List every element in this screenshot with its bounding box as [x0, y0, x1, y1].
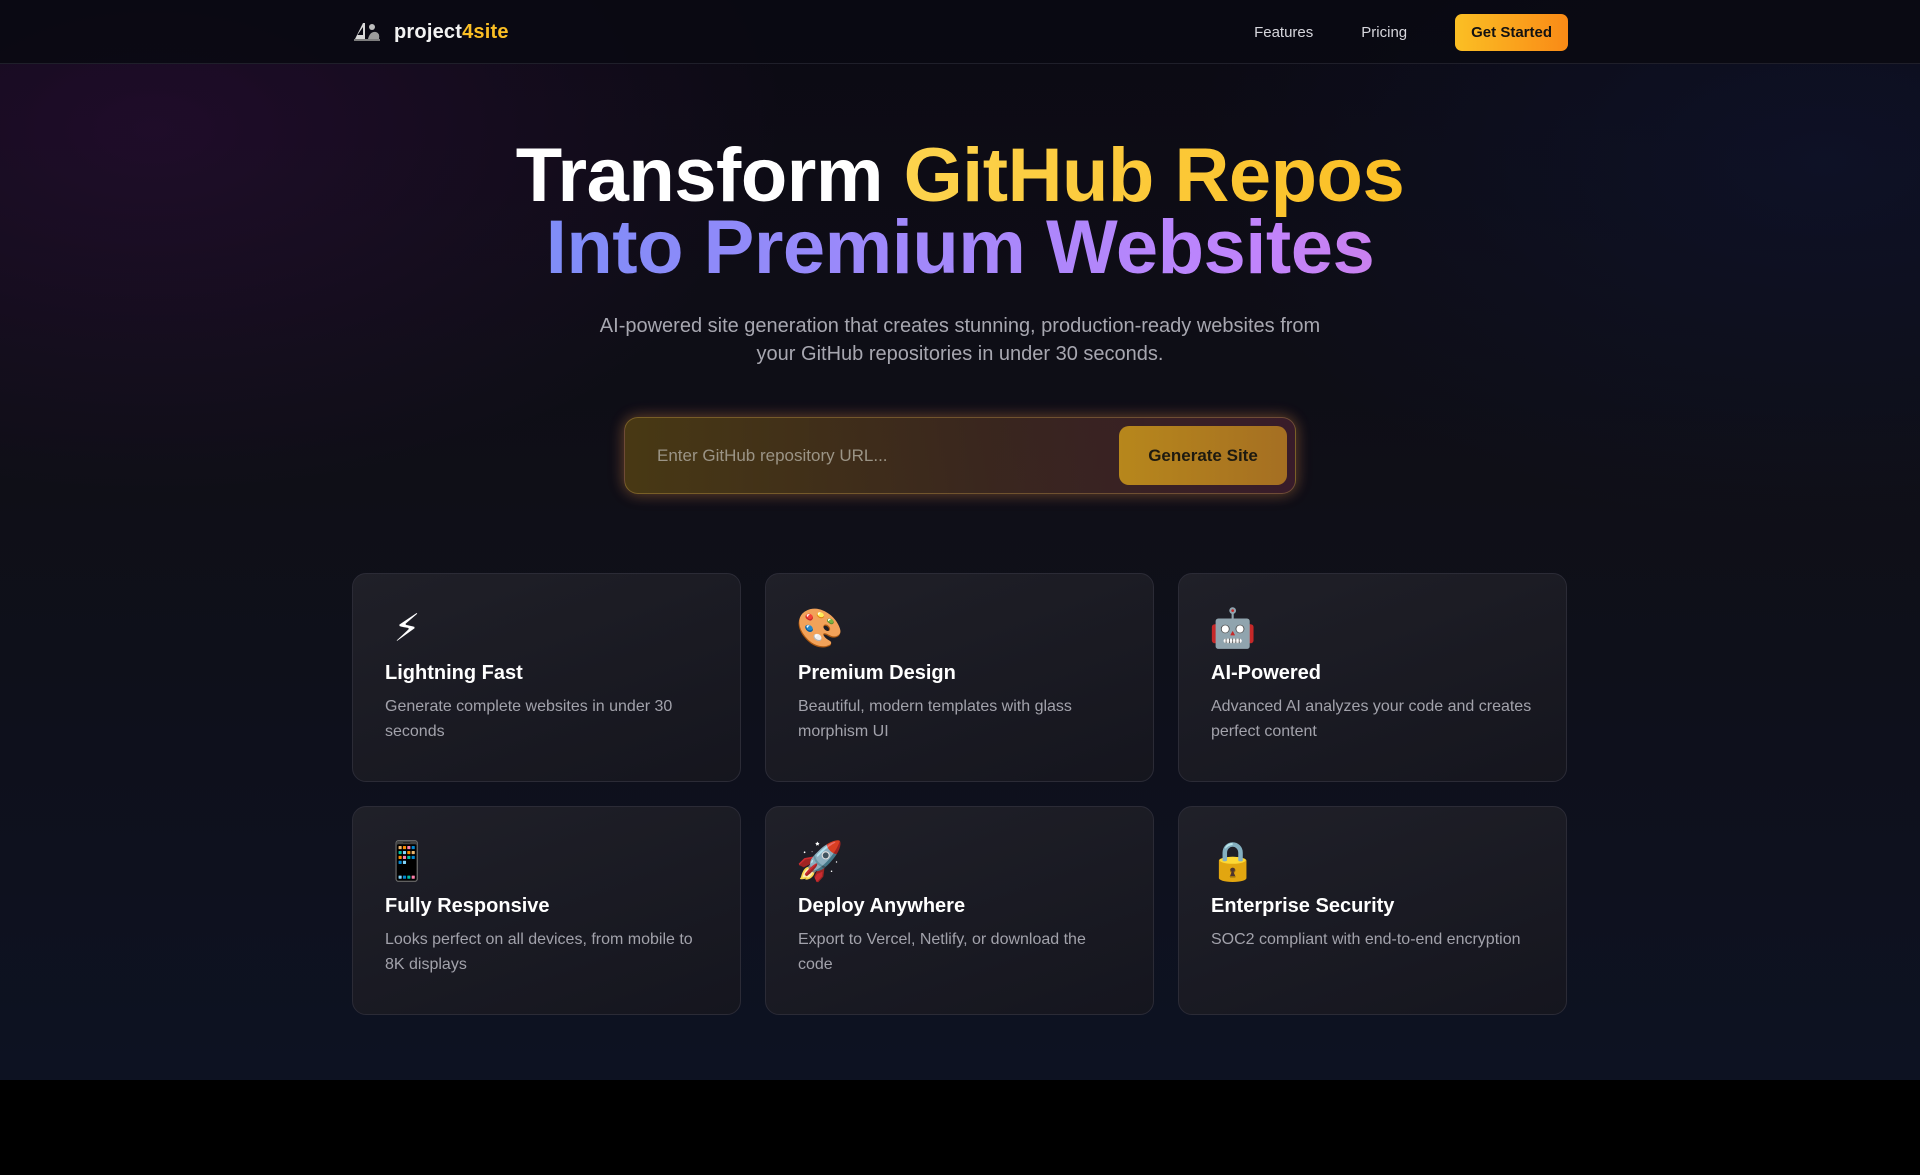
feature-description: Advanced AI analyzes your code and creat…: [1211, 698, 1532, 740]
feature-description: Beautiful, modern templates with glass m…: [798, 698, 1072, 740]
hero-title-line-2: Into Premium Websites: [0, 210, 1920, 286]
hero-section: Transform GitHub Repos Into Premium Webs…: [0, 138, 1920, 368]
brand-name-part2: 4site: [462, 20, 509, 43]
feature-card-deploy-anywhere: 🚀 Deploy Anywhere Export to Vercel, Netl…: [765, 806, 1154, 1015]
brand[interactable]: project4site: [352, 19, 509, 45]
feature-card-lightning-fast: ⚡ Lightning Fast Generate complete websi…: [352, 573, 741, 782]
get-started-button[interactable]: Get Started: [1455, 13, 1568, 51]
generate-site-button[interactable]: Generate Site: [1119, 426, 1287, 485]
feature-title: Fully Responsive: [385, 895, 550, 917]
lock-icon: 🔒: [1209, 839, 1257, 883]
feature-card-fully-responsive: 📱 Fully Responsive Looks perfect on all …: [352, 806, 741, 1015]
lightning-icon: ⚡: [393, 606, 421, 650]
top-navbar: project4site Features Pricing Get Starte…: [0, 0, 1920, 64]
landing-page: project4site Features Pricing Get Starte…: [0, 0, 1920, 1080]
brand-name: project4site: [394, 21, 509, 44]
feature-description: Generate complete websites in under 30 s…: [385, 698, 673, 740]
palette-icon: 🎨: [796, 606, 844, 650]
repo-url-input[interactable]: [657, 418, 1077, 493]
feature-description: Export to Vercel, Netlify, or download t…: [798, 931, 1086, 973]
feature-description: Looks perfect on all devices, from mobil…: [385, 931, 693, 973]
features-grid: ⚡ Lightning Fast Generate complete websi…: [352, 573, 1568, 1015]
feature-title: Premium Design: [798, 662, 956, 684]
rocket-icon: 🚀: [796, 839, 844, 883]
feature-title: AI-Powered: [1211, 662, 1322, 684]
feature-card-premium-design: 🎨 Premium Design Beautiful, modern templ…: [765, 573, 1154, 782]
feature-title: Lightning Fast: [385, 662, 523, 684]
robot-icon: 🤖: [1209, 606, 1257, 650]
feature-card-enterprise-security: 🔒 Enterprise Security SOC2 compliant wit…: [1178, 806, 1567, 1015]
nav-link-pricing[interactable]: Pricing: [1361, 24, 1407, 41]
hero-title: Transform GitHub Repos Into Premium Webs…: [0, 138, 1920, 286]
nav-link-features[interactable]: Features: [1254, 24, 1313, 41]
hero-title-line-1: Transform GitHub Repos: [0, 138, 1920, 214]
mobile-phone-icon: 📱: [383, 839, 431, 883]
page-bottom-area: [0, 1080, 1920, 1175]
navbar-inner: project4site Features Pricing Get Starte…: [352, 0, 1568, 64]
project4site-logo-icon: [352, 19, 382, 45]
repo-url-form: Generate Site: [624, 417, 1296, 494]
feature-title: Deploy Anywhere: [798, 895, 966, 917]
hero-subtitle: AI-powered site generation that creates …: [599, 315, 1321, 365]
feature-title: Enterprise Security: [1211, 895, 1395, 917]
nav-links: Features Pricing Get Started: [1254, 13, 1568, 51]
feature-card-ai-powered: 🤖 AI-Powered Advanced AI analyzes your c…: [1178, 573, 1567, 782]
feature-description: SOC2 compliant with end-to-end encryptio…: [1211, 931, 1521, 948]
brand-name-part1: project: [394, 20, 463, 43]
